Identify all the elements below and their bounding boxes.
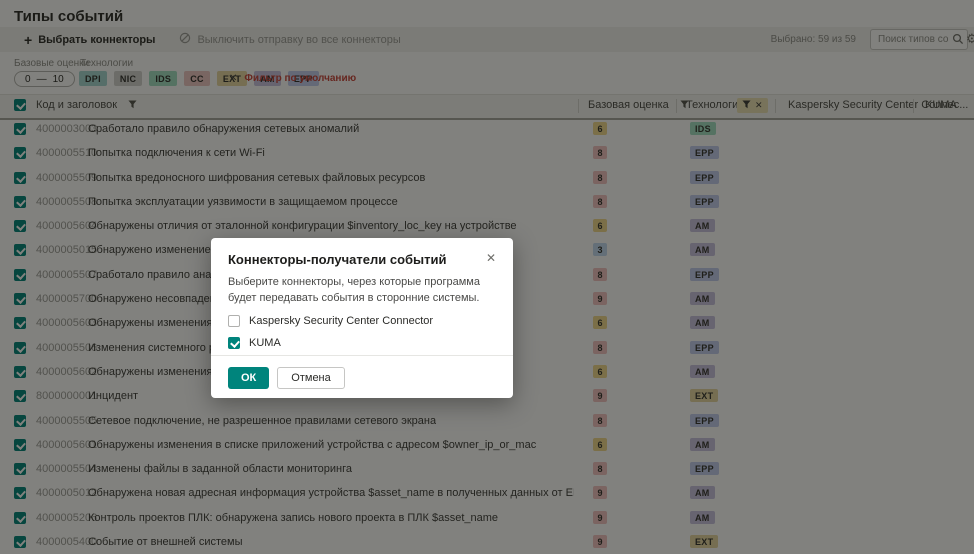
checkbox-unchecked[interactable] xyxy=(228,315,240,327)
connector-option-label: Kaspersky Security Center Connector xyxy=(249,315,433,327)
connectors-dialog: Коннекторы-получатели событий ✕ Выберите… xyxy=(211,238,513,398)
connector-option-label: KUMA xyxy=(249,337,281,349)
dialog-divider xyxy=(211,355,513,356)
connector-option[interactable]: KUMA xyxy=(228,334,433,352)
dialog-title: Коннекторы-получатели событий xyxy=(228,252,447,267)
checkbox-checked[interactable] xyxy=(228,337,240,349)
ok-button[interactable]: ОК xyxy=(228,367,269,389)
connector-option[interactable]: Kaspersky Security Center Connector xyxy=(228,312,433,330)
dialog-footer: ОК Отмена xyxy=(228,367,345,389)
event-types-page: Типы событий + Выбрать коннекторы Выключ… xyxy=(0,0,974,554)
dialog-description: Выберите коннекторы, через которые прогр… xyxy=(228,275,494,307)
cancel-button[interactable]: Отмена xyxy=(277,367,344,389)
close-icon[interactable]: ✕ xyxy=(486,251,496,265)
modal-options: Kaspersky Security Center Connector KUMA xyxy=(228,308,433,352)
